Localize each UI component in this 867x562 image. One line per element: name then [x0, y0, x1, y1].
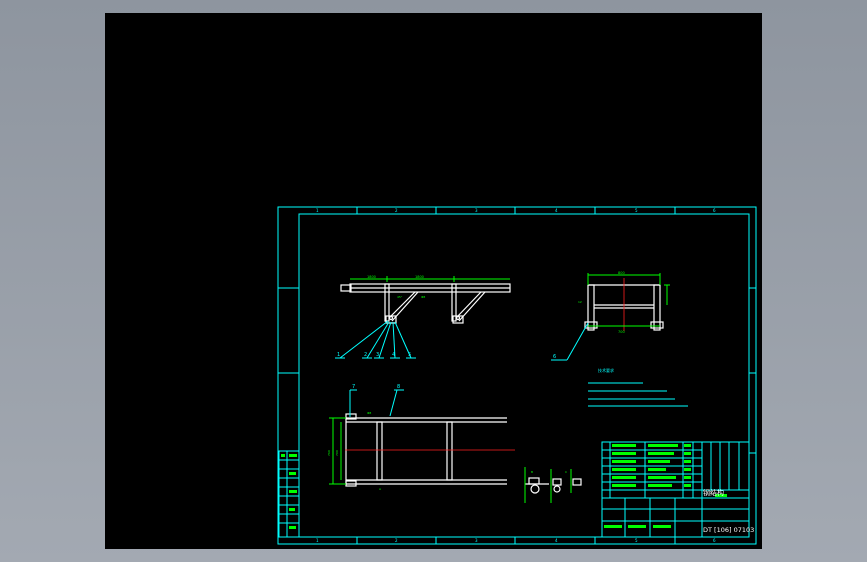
zone-number-bottom: 6 [713, 538, 716, 543]
zone-number-top: 2 [395, 208, 398, 213]
zone-number-top: 6 [713, 208, 716, 213]
zone-number-top: 4 [555, 208, 558, 213]
svg-text:12: 12 [578, 300, 582, 304]
svg-text:Φ8: Φ8 [421, 295, 425, 299]
notes-title: 技术要求 [598, 367, 614, 373]
zone-ticks [278, 207, 756, 544]
balloon-label: 8 [397, 384, 400, 390]
zone-number-top: 5 [635, 208, 638, 213]
svg-text:700: 700 [618, 330, 625, 334]
sheet-outer-frame [277, 206, 757, 545]
side-view: 1800 1800 45° Φ8 1 2 3 4 5 [335, 275, 511, 359]
zone-number-bottom: 4 [555, 538, 558, 543]
zone-number-bottom: 5 [635, 538, 638, 543]
zone-number-top: 3 [475, 208, 478, 213]
side-stamp-table [278, 450, 300, 538]
technical-notes: 技术要求 [588, 367, 688, 407]
balloon-label: 3 [376, 352, 379, 358]
top-view: 760 700 7 8 Φ8 A [327, 384, 515, 491]
svg-text:1800: 1800 [415, 275, 424, 279]
balloon-label: 5 [408, 352, 411, 358]
title-block: 钢结构 DT [106] 07103 [601, 441, 754, 538]
cad-drawing-canvas: 1 2 3 4 5 6 1 2 3 4 5 6 1800 1800 45° Φ8… [277, 206, 757, 545]
zone-number-top: 1 [316, 208, 319, 213]
drawing-viewport[interactable]: 1 2 3 4 5 6 1 2 3 4 5 6 1800 1800 45° Φ8… [105, 13, 762, 549]
svg-text:760: 760 [327, 450, 331, 456]
section-view: 800 700 12 6 [551, 271, 670, 361]
balloon-label: 7 [352, 384, 355, 390]
svg-text:700: 700 [335, 450, 339, 456]
svg-text:45°: 45° [397, 295, 403, 299]
drawing-name: 钢结构 [703, 488, 724, 497]
zone-number-bottom: 3 [475, 538, 478, 543]
svg-text:A: A [379, 487, 382, 491]
svg-text:B: B [531, 470, 533, 474]
svg-text:C: C [565, 470, 567, 474]
svg-text:800: 800 [618, 271, 625, 275]
balloon-label: 6 [553, 354, 556, 360]
balloon-label: 1 [337, 352, 340, 358]
svg-text:Φ8: Φ8 [367, 411, 371, 415]
drawing-number: DT [106] 07103 [703, 526, 754, 534]
zone-numbers: 1 2 3 4 5 6 1 2 3 4 5 6 [316, 208, 716, 543]
detail-views: B C [524, 467, 582, 503]
balloon-label: 2 [364, 352, 367, 358]
zone-number-bottom: 2 [395, 538, 398, 543]
balloon-label: 4 [392, 352, 395, 358]
zone-number-bottom: 1 [316, 538, 319, 543]
sheet-inner-frame [298, 213, 750, 538]
svg-text:1800: 1800 [367, 275, 376, 279]
